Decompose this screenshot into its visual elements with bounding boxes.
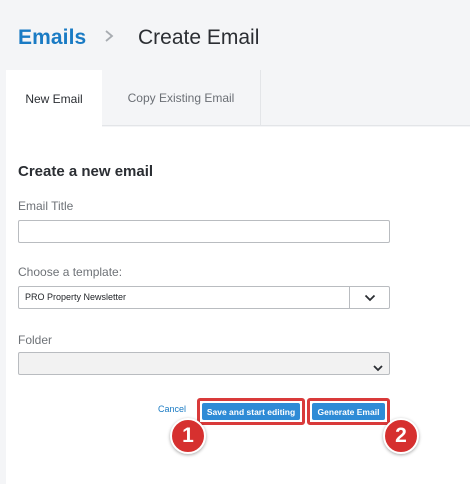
template-dropdown-toggle[interactable]: [349, 287, 389, 308]
email-title-label: Email Title: [18, 199, 74, 213]
section-title: Create a new email: [18, 163, 154, 180]
template-select[interactable]: PRO Property Newsletter: [18, 286, 390, 309]
chevron-down-icon: [373, 359, 383, 377]
template-label: Choose a template:: [18, 265, 123, 279]
tab-copy-existing-email[interactable]: Copy Existing Email: [102, 70, 261, 126]
step-badge-1: 1: [170, 418, 206, 454]
save-button-highlight: Save and start editing: [197, 398, 305, 425]
step-badge-2: 2: [383, 418, 419, 454]
generate-email-button[interactable]: Generate Email: [312, 403, 385, 420]
page-header: Emails Create Email: [0, 0, 470, 70]
email-title-input[interactable]: [18, 220, 390, 243]
template-selected-value: PRO Property Newsletter: [25, 292, 127, 302]
chevron-right-icon: [105, 30, 114, 42]
breadcrumb-emails-link[interactable]: Emails: [18, 26, 86, 50]
save-and-start-editing-button[interactable]: Save and start editing: [202, 403, 300, 420]
folder-select[interactable]: [18, 352, 390, 375]
page-title: Create Email: [138, 26, 260, 49]
tab-new-email[interactable]: New Email: [6, 70, 102, 127]
chevron-down-icon: [364, 294, 375, 301]
cancel-link[interactable]: Cancel: [158, 404, 186, 414]
folder-label: Folder: [18, 333, 53, 347]
generate-button-highlight: Generate Email: [307, 398, 390, 425]
breadcrumb-separator: [104, 26, 114, 52]
tab-bar: New Email Copy Existing Email: [6, 70, 470, 127]
